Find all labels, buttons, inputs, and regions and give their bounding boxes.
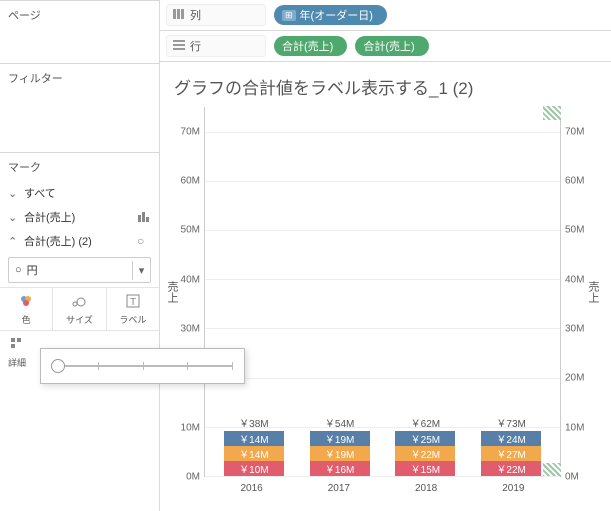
- y-tick: 0M: [565, 472, 579, 483]
- bar-segment[interactable]: ￥22M: [395, 446, 455, 461]
- marks-all-label: すべて: [24, 185, 56, 201]
- detail-icon: [8, 337, 26, 354]
- marks-sum1-label: 合計(売上): [24, 209, 75, 225]
- size-icon: [53, 294, 105, 311]
- x-tick: 2017: [328, 483, 350, 494]
- row-pill-1-label: 合計(売上): [282, 38, 333, 54]
- pages-panel-title: ページ: [0, 0, 159, 29]
- bar-segment[interactable]: ￥14M: [224, 431, 284, 446]
- y-tick: 10M: [565, 422, 584, 433]
- y-tick: 40M: [565, 274, 584, 285]
- bar-segment[interactable]: ￥10M: [224, 461, 284, 476]
- size-slider-popup[interactable]: [40, 348, 245, 384]
- filters-panel-title: フィルター: [0, 63, 159, 92]
- marks-all-row[interactable]: ⌄ すべて: [0, 181, 159, 205]
- svg-text:T: T: [130, 297, 136, 308]
- bar-segment[interactable]: ￥22M: [481, 461, 541, 476]
- axis-sync-corner-icon: [543, 463, 561, 477]
- marks-sum2-label: 合計(売上) (2): [24, 233, 92, 249]
- y-tick: 10M: [181, 422, 200, 433]
- chevron-down-icon: ⌄: [8, 211, 18, 224]
- label-label: ラベル: [107, 313, 159, 326]
- chart: 売上 0M10M20M30M40M50M60M70M ￥10M￥14M￥14M￥…: [164, 107, 601, 477]
- bar-segment[interactable]: ￥24M: [481, 431, 541, 446]
- mark-type-label: 円: [27, 262, 38, 278]
- marks-panel-title: マーク: [0, 152, 159, 181]
- size-label: サイズ: [53, 313, 105, 326]
- color-encoding[interactable]: 色: [0, 288, 53, 330]
- circle-icon: ○: [15, 264, 22, 276]
- y-tick: 70M: [181, 126, 200, 137]
- detail-label: 詳細: [8, 356, 26, 369]
- bar-segment[interactable]: ￥14M: [224, 446, 284, 461]
- axis-sync-corner-icon: [543, 106, 561, 120]
- row-pill-2[interactable]: 合計(売上): [355, 36, 428, 56]
- x-tick: 2016: [241, 483, 263, 494]
- bar-icon: [137, 210, 151, 225]
- bar-2016[interactable]: ￥10M￥14M￥14M￥38M: [224, 431, 284, 476]
- columns-shelf[interactable]: 列 ⊞ 年(オーダー日): [160, 0, 611, 31]
- col-pill-label: 年(オーダー日): [300, 7, 373, 23]
- bar-segment[interactable]: ￥15M: [395, 461, 455, 476]
- columns-icon: [173, 9, 185, 22]
- bar-segment[interactable]: ￥27M: [481, 446, 541, 461]
- marks-sum1-row[interactable]: ⌄ 合計(売上): [0, 205, 159, 229]
- rows-icon: [173, 40, 185, 53]
- row-pill-1[interactable]: 合計(売上): [274, 36, 347, 56]
- y-tick: 30M: [181, 324, 200, 335]
- label-icon: T: [107, 294, 159, 311]
- y-axis-left-title: 売上: [164, 281, 180, 303]
- bar-segment[interactable]: ￥16M: [310, 461, 370, 476]
- viz-title: グラフの合計値をラベル表示する_1 (2): [164, 70, 601, 107]
- color-icon: [0, 294, 52, 311]
- size-slider-thumb[interactable]: [51, 359, 65, 373]
- rows-label: 行: [190, 38, 201, 54]
- chevron-down-icon: ⌄: [8, 187, 18, 200]
- y-tick: 70M: [565, 126, 584, 137]
- y-tick: 50M: [181, 225, 200, 236]
- bar-2018[interactable]: ￥15M￥22M￥25M￥62M: [395, 431, 455, 476]
- bar-2017[interactable]: ￥16M￥19M￥19M￥54M: [310, 431, 370, 476]
- y-tick: 60M: [565, 176, 584, 187]
- detail-encoding[interactable]: 詳細: [8, 337, 26, 369]
- x-tick: 2019: [502, 483, 524, 494]
- bar-segment[interactable]: ￥19M: [310, 446, 370, 461]
- col-pill-year[interactable]: ⊞ 年(オーダー日): [274, 5, 387, 25]
- dropdown-icon[interactable]: ▾: [132, 261, 150, 280]
- y-tick: 30M: [565, 324, 584, 335]
- plus-icon: ⊞: [282, 10, 296, 21]
- x-tick: 2018: [415, 483, 437, 494]
- mark-type-select[interactable]: ○ 円 ▾: [8, 257, 151, 283]
- color-label: 色: [0, 313, 52, 326]
- bar-segment[interactable]: ￥19M: [310, 431, 370, 446]
- y-tick: 50M: [565, 225, 584, 236]
- chevron-up-icon: ⌃: [8, 235, 18, 248]
- size-encoding[interactable]: サイズ: [53, 288, 106, 330]
- size-slider-track[interactable]: [53, 365, 232, 367]
- marks-sum2-row[interactable]: ⌃ 合計(売上) (2) ○: [0, 229, 159, 253]
- circle-icon: ○: [137, 234, 151, 248]
- columns-label: 列: [190, 7, 201, 23]
- label-encoding[interactable]: T ラベル: [107, 288, 159, 330]
- y-tick: 60M: [181, 176, 200, 187]
- y-axis-right-title: 売上: [585, 281, 601, 303]
- y-tick: 0M: [186, 472, 200, 483]
- y-tick: 20M: [565, 373, 584, 384]
- y-tick: 40M: [181, 274, 200, 285]
- bar-2019[interactable]: ￥22M￥27M￥24M￥73M: [481, 431, 541, 476]
- bar-segment[interactable]: ￥25M: [395, 431, 455, 446]
- row-pill-2-label: 合計(売上): [363, 38, 414, 54]
- rows-shelf[interactable]: 行 合計(売上) 合計(売上): [160, 31, 611, 62]
